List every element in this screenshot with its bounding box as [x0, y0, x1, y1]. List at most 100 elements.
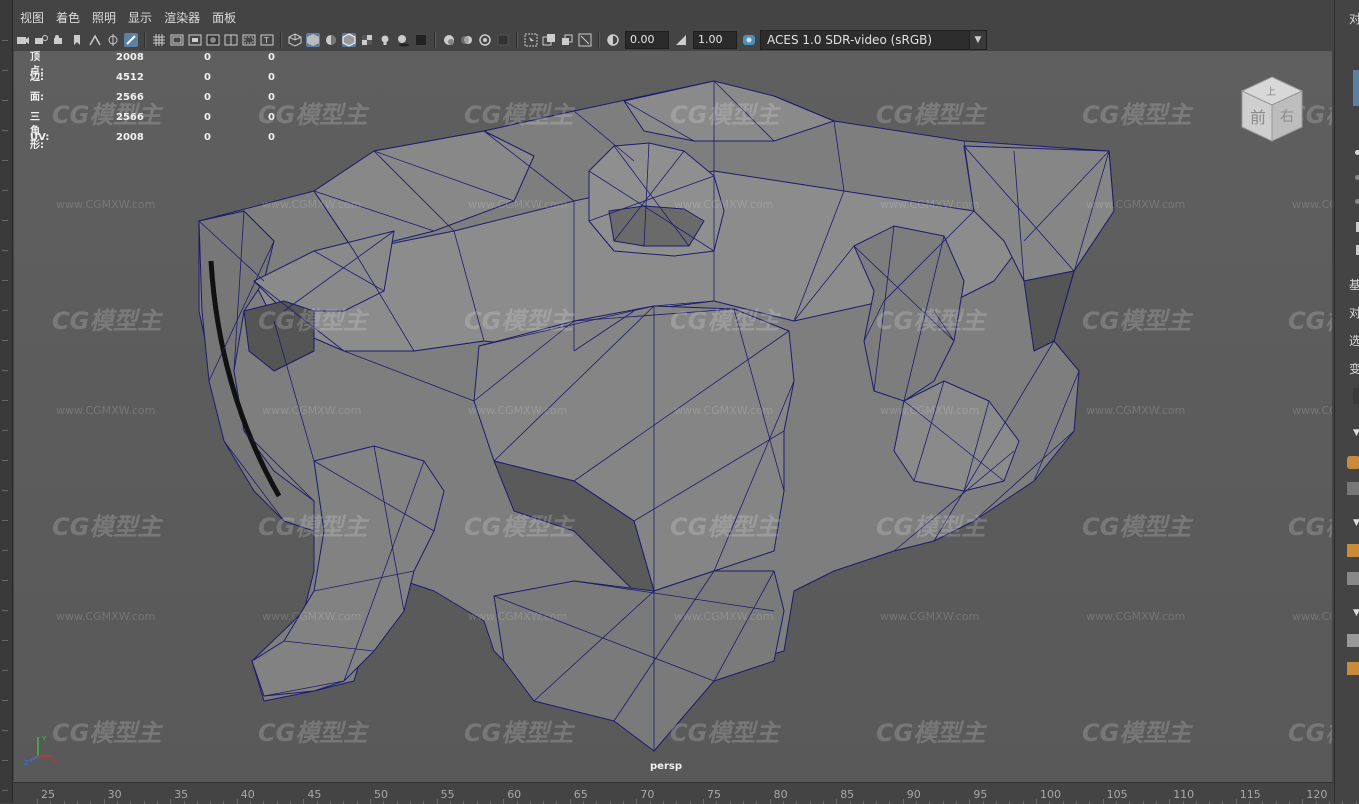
- gamma-field[interactable]: 1.00: [693, 31, 737, 49]
- watermark-url: www.CGMXW.com: [674, 404, 774, 417]
- menu-lighting[interactable]: 照明: [86, 6, 122, 30]
- hud-value: 0: [204, 72, 211, 83]
- film-gate-icon[interactable]: [170, 33, 184, 47]
- toolbar-separator: [144, 32, 146, 48]
- svg-text:Z: Z: [24, 759, 29, 767]
- ruler-tick: [902, 799, 904, 804]
- cube-tool-icon[interactable]: [1347, 544, 1359, 557]
- ruler-label: 75: [707, 788, 721, 801]
- radio-button[interactable]: [1355, 150, 1359, 155]
- ruler-tick: [1169, 799, 1171, 804]
- hud-toggle-icon[interactable]: [542, 33, 556, 47]
- isolate-select-icon[interactable]: [524, 33, 538, 47]
- smooth-shade-icon[interactable]: [306, 33, 320, 47]
- multisample-icon[interactable]: [478, 33, 492, 47]
- ambient-occlusion-icon[interactable]: [442, 33, 456, 47]
- bend-tool-icon[interactable]: [1347, 634, 1359, 647]
- lights-icon[interactable]: [378, 33, 392, 47]
- layers-tool-icon[interactable]: [1347, 572, 1359, 585]
- resolution-gate-icon[interactable]: [188, 33, 202, 47]
- frame-all-icon[interactable]: [578, 33, 592, 47]
- select-camera-icon[interactable]: [16, 33, 30, 47]
- radio-button[interactable]: [1355, 199, 1359, 204]
- strip-tick: [2, 460, 8, 461]
- strip-tick: [2, 400, 8, 401]
- ruler-tick: [170, 799, 172, 804]
- depth-of-field-icon[interactable]: [496, 33, 510, 47]
- menu-renderer[interactable]: 渲染器: [158, 6, 206, 30]
- wireframe-icon[interactable]: [288, 33, 302, 47]
- grid-tool-icon[interactable]: [1347, 482, 1359, 495]
- watermark-url: www.CGMXW.com: [880, 198, 980, 211]
- watermark-logo: CG模型主: [1082, 307, 1192, 335]
- watermark-url: www.CGMXW.com: [1086, 198, 1186, 211]
- strip-tick: [2, 190, 8, 191]
- default-material-icon[interactable]: [324, 33, 338, 47]
- menu-shading[interactable]: 着色: [50, 6, 86, 30]
- hud-value: 2008: [116, 52, 144, 63]
- color-space-dropdown[interactable]: ACES 1.0 SDR-video (sRGB) ▼: [760, 30, 987, 50]
- menu-view[interactable]: 视图: [14, 6, 50, 30]
- watermark-logo: CG模型主: [670, 101, 780, 129]
- ruler-label: 25: [41, 788, 55, 801]
- gate-mask-icon[interactable]: [206, 33, 220, 47]
- ruler-label: 40: [240, 788, 255, 801]
- image-plane-icon[interactable]: [88, 33, 102, 47]
- textured-icon[interactable]: [360, 33, 374, 47]
- exposure-field[interactable]: 0.00: [625, 31, 669, 49]
- sphere-tool-icon[interactable]: [1347, 456, 1359, 469]
- wireframe-on-shaded-icon[interactable]: [342, 33, 356, 47]
- viewcube-right-label[interactable]: 右: [1280, 109, 1294, 125]
- field-chart-icon[interactable]: [224, 33, 238, 47]
- ruler-tick: [569, 799, 571, 804]
- watermark-logo: CG模型主: [464, 513, 574, 541]
- view-cube[interactable]: 上 前 右: [1236, 73, 1308, 145]
- watermark-url: www.CGMXW.com: [56, 198, 156, 211]
- strip-tick: [2, 610, 8, 611]
- safe-title-icon[interactable]: T: [260, 33, 274, 47]
- ruler-tick: [103, 799, 105, 804]
- time-slider-ruler[interactable]: 25 30 35 40 45 50 55 60 65 70 75 80 85 90 95 100 105 110 1…: [14, 782, 1357, 804]
- menu-panels[interactable]: 面板: [206, 6, 242, 30]
- bookmark-icon[interactable]: [70, 33, 84, 47]
- 3d-viewport[interactable]: Y X Z CG模型主 www.CGMXW.com CG模型主 www.CGMXW.c…: [14, 51, 1332, 782]
- color-management-icon[interactable]: [742, 33, 756, 47]
- collapse-arrow-icon[interactable]: ▼: [1353, 518, 1359, 528]
- box-tool-icon[interactable]: [1347, 662, 1359, 675]
- collapse-arrow-icon[interactable]: ▼: [1353, 428, 1359, 438]
- color-space-value: ACES 1.0 SDR-video (sRGB): [767, 33, 933, 47]
- viewcube-front-label[interactable]: 前: [1250, 108, 1266, 127]
- watermark-url: www.CGMXW.com: [56, 610, 156, 623]
- safe-action-icon[interactable]: [242, 33, 256, 47]
- camera-attributes-icon[interactable]: [52, 33, 66, 47]
- strip-tick: [2, 670, 8, 671]
- xray-icon[interactable]: [414, 33, 428, 47]
- shadows-icon[interactable]: [396, 33, 410, 47]
- exposure-icon[interactable]: [606, 33, 620, 47]
- 2d-pan-zoom-icon[interactable]: [106, 33, 120, 47]
- watermark-logo: CG模型主: [464, 101, 574, 129]
- strip-tick: [2, 490, 8, 491]
- watermark-logo: CG模型主: [52, 307, 162, 335]
- panel-field[interactable]: [1353, 388, 1359, 404]
- hud-value: 0: [268, 112, 275, 123]
- panel-tab-active[interactable]: [1353, 70, 1359, 106]
- component-display-icon[interactable]: [560, 33, 574, 47]
- watermark-logo: CG模型主: [1082, 101, 1192, 129]
- toolbar-separator: [280, 32, 282, 48]
- grease-pencil-icon[interactable]: [124, 33, 138, 47]
- viewcube-top-label[interactable]: 上: [1266, 86, 1276, 98]
- gamma-icon[interactable]: [674, 33, 688, 47]
- watermark-logo: CG模型主: [258, 513, 368, 541]
- watermark-logo: CG模型主: [52, 719, 162, 747]
- menu-show[interactable]: 显示: [122, 6, 158, 30]
- motion-blur-icon[interactable]: [460, 33, 474, 47]
- ruler-label: 85: [840, 788, 855, 801]
- collapse-arrow-icon[interactable]: ▼: [1353, 608, 1359, 618]
- radio-button[interactable]: [1355, 175, 1359, 180]
- lock-camera-icon[interactable]: [34, 33, 48, 47]
- watermark-logo: CG模型主: [876, 307, 986, 335]
- panel-label: 变: [1349, 362, 1359, 376]
- watermark-url: www.CGMXW.com: [674, 610, 774, 623]
- grid-icon[interactable]: [152, 33, 166, 47]
